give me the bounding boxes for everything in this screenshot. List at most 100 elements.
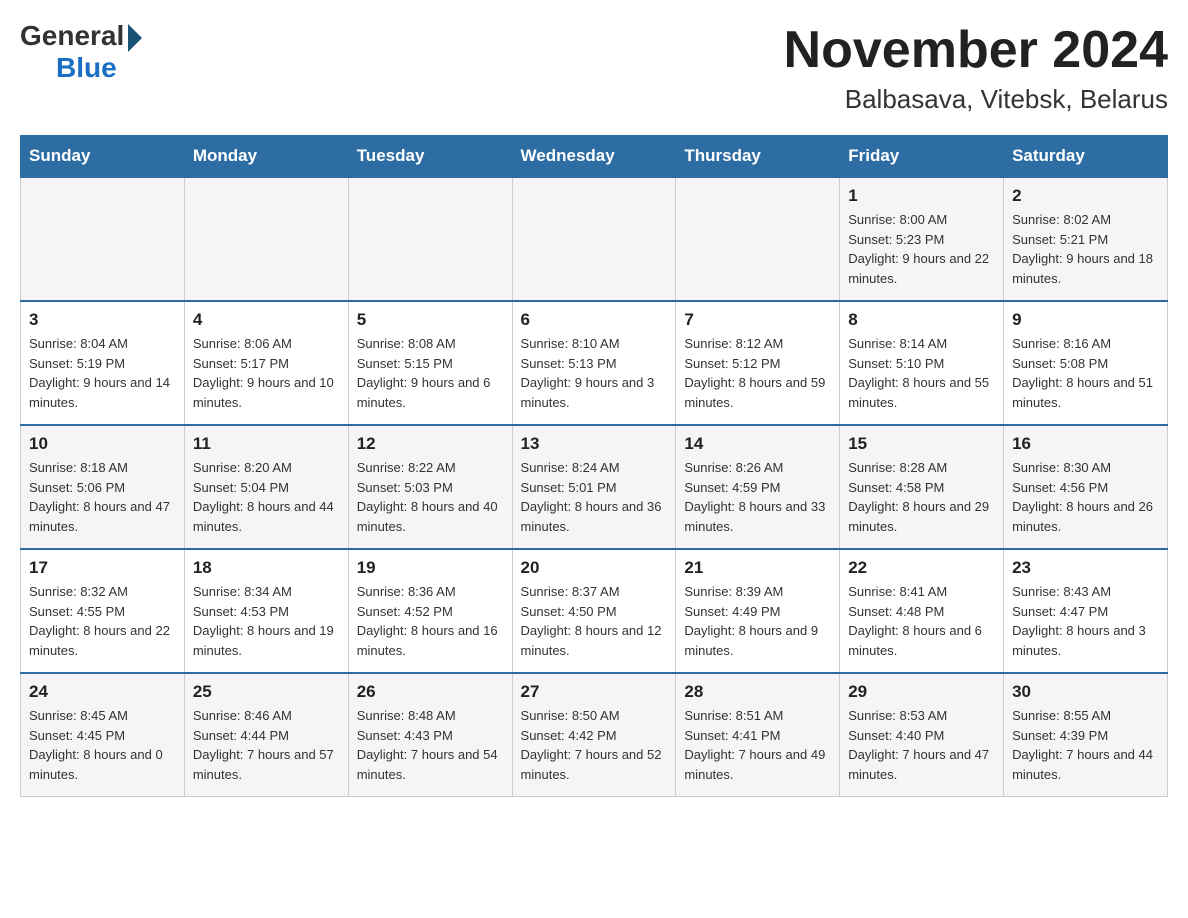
calendar-cell: 30 Sunrise: 8:55 AMSunset: 4:39 PMDayligh… — [1004, 673, 1168, 797]
week-row-2: 3 Sunrise: 8:04 AMSunset: 5:19 PMDaylight… — [21, 301, 1168, 425]
day-info: Sunrise: 8:45 AMSunset: 4:45 PMDaylight:… — [29, 706, 176, 784]
day-number: 14 — [684, 434, 831, 454]
calendar-cell: 11Sunrise: 8:20 AMSunset: 5:04 PMDayligh… — [184, 425, 348, 549]
day-info: Sunrise: 8:48 AMSunset: 4:43 PMDaylight:… — [357, 706, 504, 784]
calendar-cell: 16 Sunrise: 8:30 AMSunset: 4:56 PMDayligh… — [1004, 425, 1168, 549]
day-number: 26 — [357, 682, 504, 702]
calendar-header-row: SundayMondayTuesdayWednesdayThursdayFrid… — [21, 136, 1168, 178]
calendar-cell — [512, 177, 676, 301]
day-number: 28 — [684, 682, 831, 702]
calendar-cell: 20Sunrise: 8:37 AMSunset: 4:50 PMDayligh… — [512, 549, 676, 673]
day-number: 13 — [521, 434, 668, 454]
calendar-cell — [21, 177, 185, 301]
calendar-cell — [348, 177, 512, 301]
column-header-monday: Monday — [184, 136, 348, 178]
day-info: Sunrise: 8:08 AMSunset: 5:15 PMDaylight:… — [357, 334, 504, 412]
calendar-cell: 26 Sunrise: 8:48 AMSunset: 4:43 PMDayligh… — [348, 673, 512, 797]
column-header-sunday: Sunday — [21, 136, 185, 178]
day-number: 4 — [193, 310, 340, 330]
calendar-cell: 28 Sunrise: 8:51 AMSunset: 4:41 PMDayligh… — [676, 673, 840, 797]
day-number: 15 — [848, 434, 995, 454]
day-info: Sunrise: 8:32 AMSunset: 4:55 PMDaylight:… — [29, 582, 176, 660]
week-row-3: 10 Sunrise: 8:18 AMSunset: 5:06 PMDayligh… — [21, 425, 1168, 549]
day-number: 29 — [848, 682, 995, 702]
logo-general-text: General — [20, 20, 124, 52]
day-info: Sunrise: 8:50 AMSunset: 4:42 PMDaylight:… — [521, 706, 668, 784]
day-info: Sunrise: 8:51 AMSunset: 4:41 PMDaylight:… — [684, 706, 831, 784]
calendar-cell: 21 Sunrise: 8:39 AMSunset: 4:49 PMDayligh… — [676, 549, 840, 673]
day-number: 25 — [193, 682, 340, 702]
day-info: Sunrise: 8:22 AMSunset: 5:03 PMDaylight:… — [357, 458, 504, 536]
day-number: 17 — [29, 558, 176, 578]
day-info: Sunrise: 8:26 AMSunset: 4:59 PMDaylight:… — [684, 458, 831, 536]
column-header-tuesday: Tuesday — [348, 136, 512, 178]
day-info: Sunrise: 8:10 AMSunset: 5:13 PMDaylight:… — [521, 334, 668, 412]
calendar-cell: 15 Sunrise: 8:28 AMSunset: 4:58 PMDayligh… — [840, 425, 1004, 549]
calendar-cell — [184, 177, 348, 301]
day-info: Sunrise: 8:16 AMSunset: 5:08 PMDaylight:… — [1012, 334, 1159, 412]
day-info: Sunrise: 8:30 AMSunset: 4:56 PMDaylight:… — [1012, 458, 1159, 536]
day-info: Sunrise: 8:02 AMSunset: 5:21 PMDaylight:… — [1012, 210, 1159, 288]
day-number: 9 — [1012, 310, 1159, 330]
calendar-cell: 18 Sunrise: 8:34 AMSunset: 4:53 PMDayligh… — [184, 549, 348, 673]
column-header-thursday: Thursday — [676, 136, 840, 178]
day-info: Sunrise: 8:24 AMSunset: 5:01 PMDaylight:… — [521, 458, 668, 536]
day-number: 3 — [29, 310, 176, 330]
day-number: 7 — [684, 310, 831, 330]
calendar-cell: 1Sunrise: 8:00 AMSunset: 5:23 PMDaylight… — [840, 177, 1004, 301]
week-row-4: 17 Sunrise: 8:32 AMSunset: 4:55 PMDayligh… — [21, 549, 1168, 673]
calendar-cell — [676, 177, 840, 301]
day-info: Sunrise: 8:12 AMSunset: 5:12 PMDaylight:… — [684, 334, 831, 412]
title-area: November 2024 Balbasava, Vitebsk, Belaru… — [784, 20, 1168, 115]
day-number: 20 — [521, 558, 668, 578]
logo: General Blue — [20, 20, 142, 84]
calendar-cell: 4 Sunrise: 8:06 AMSunset: 5:17 PMDaylight… — [184, 301, 348, 425]
day-number: 18 — [193, 558, 340, 578]
week-row-5: 24 Sunrise: 8:45 AMSunset: 4:45 PMDayligh… — [21, 673, 1168, 797]
day-info: Sunrise: 8:34 AMSunset: 4:53 PMDaylight:… — [193, 582, 340, 660]
calendar-cell: 19 Sunrise: 8:36 AMSunset: 4:52 PMDayligh… — [348, 549, 512, 673]
day-number: 30 — [1012, 682, 1159, 702]
day-number: 2 — [1012, 186, 1159, 206]
logo-blue-text: Blue — [56, 52, 117, 84]
calendar-cell: 27 Sunrise: 8:50 AMSunset: 4:42 PMDayligh… — [512, 673, 676, 797]
header: General Blue November 2024 Balbasava, Vi… — [20, 20, 1168, 115]
calendar-cell: 6 Sunrise: 8:10 AMSunset: 5:13 PMDaylight… — [512, 301, 676, 425]
calendar-cell: 9 Sunrise: 8:16 AMSunset: 5:08 PMDaylight… — [1004, 301, 1168, 425]
calendar-cell: 29 Sunrise: 8:53 AMSunset: 4:40 PMDayligh… — [840, 673, 1004, 797]
calendar-cell: 13 Sunrise: 8:24 AMSunset: 5:01 PMDayligh… — [512, 425, 676, 549]
calendar-cell: 23Sunrise: 8:43 AMSunset: 4:47 PMDayligh… — [1004, 549, 1168, 673]
day-number: 11 — [193, 434, 340, 454]
day-number: 21 — [684, 558, 831, 578]
day-number: 22 — [848, 558, 995, 578]
day-info: Sunrise: 8:00 AMSunset: 5:23 PMDaylight:… — [848, 210, 995, 288]
day-info: Sunrise: 8:04 AMSunset: 5:19 PMDaylight:… — [29, 334, 176, 412]
day-number: 27 — [521, 682, 668, 702]
day-number: 16 — [1012, 434, 1159, 454]
calendar-cell: 22Sunrise: 8:41 AMSunset: 4:48 PMDayligh… — [840, 549, 1004, 673]
column-header-wednesday: Wednesday — [512, 136, 676, 178]
calendar-cell: 5 Sunrise: 8:08 AMSunset: 5:15 PMDaylight… — [348, 301, 512, 425]
day-number: 6 — [521, 310, 668, 330]
day-number: 10 — [29, 434, 176, 454]
calendar-subtitle: Balbasava, Vitebsk, Belarus — [784, 84, 1168, 115]
week-row-1: 1Sunrise: 8:00 AMSunset: 5:23 PMDaylight… — [21, 177, 1168, 301]
day-info: Sunrise: 8:36 AMSunset: 4:52 PMDaylight:… — [357, 582, 504, 660]
day-info: Sunrise: 8:06 AMSunset: 5:17 PMDaylight:… — [193, 334, 340, 412]
day-info: Sunrise: 8:39 AMSunset: 4:49 PMDaylight:… — [684, 582, 831, 660]
calendar-cell: 12 Sunrise: 8:22 AMSunset: 5:03 PMDayligh… — [348, 425, 512, 549]
day-number: 19 — [357, 558, 504, 578]
day-info: Sunrise: 8:28 AMSunset: 4:58 PMDaylight:… — [848, 458, 995, 536]
day-number: 24 — [29, 682, 176, 702]
day-info: Sunrise: 8:55 AMSunset: 4:39 PMDaylight:… — [1012, 706, 1159, 784]
column-header-friday: Friday — [840, 136, 1004, 178]
day-number: 8 — [848, 310, 995, 330]
day-number: 12 — [357, 434, 504, 454]
day-info: Sunrise: 8:18 AMSunset: 5:06 PMDaylight:… — [29, 458, 176, 536]
calendar-cell: 8 Sunrise: 8:14 AMSunset: 5:10 PMDaylight… — [840, 301, 1004, 425]
day-info: Sunrise: 8:53 AMSunset: 4:40 PMDaylight:… — [848, 706, 995, 784]
day-number: 5 — [357, 310, 504, 330]
calendar-cell: 25Sunrise: 8:46 AMSunset: 4:44 PMDayligh… — [184, 673, 348, 797]
day-info: Sunrise: 8:14 AMSunset: 5:10 PMDaylight:… — [848, 334, 995, 412]
column-header-saturday: Saturday — [1004, 136, 1168, 178]
